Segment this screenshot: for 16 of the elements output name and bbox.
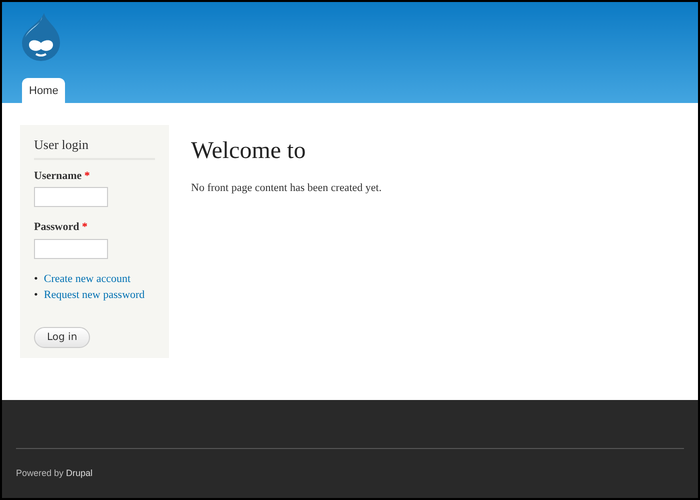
drop-logo-icon[interactable] [20, 12, 62, 62]
login-button[interactable]: Log in [34, 326, 90, 348]
account-link[interactable]: Request new password [44, 287, 145, 304]
footer-credit: Powered by Drupal [16, 467, 94, 480]
list-bullet: • [34, 272, 38, 286]
list-bullet: • [34, 288, 38, 303]
page-title: Welcome to [191, 137, 307, 166]
field-label: Password * [34, 220, 88, 235]
drupal-link[interactable]: Drupal [66, 468, 93, 478]
field-label: Username * [34, 168, 91, 184]
nav-tab[interactable]: Home [22, 78, 66, 103]
block-title: User login [34, 135, 155, 160]
account-link[interactable]: Create new account [44, 270, 131, 287]
input-field[interactable] [34, 187, 108, 207]
input-field[interactable] [34, 238, 108, 258]
page-message: No front page content has been created yet. [191, 180, 382, 196]
